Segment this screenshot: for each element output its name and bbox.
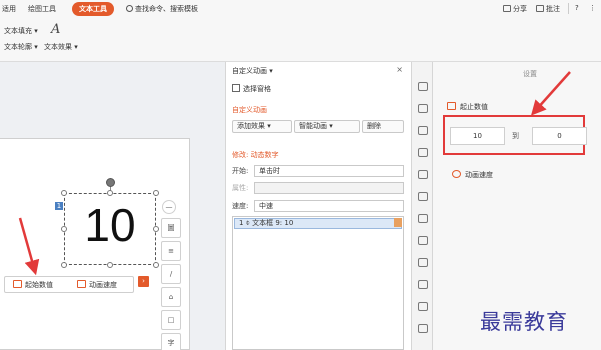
arrow-to-start-value bbox=[18, 217, 40, 276]
watermark: 最需教育 bbox=[480, 310, 568, 334]
arrow-to-value-box bbox=[530, 71, 571, 116]
annotation-arrows bbox=[18, 71, 571, 276]
